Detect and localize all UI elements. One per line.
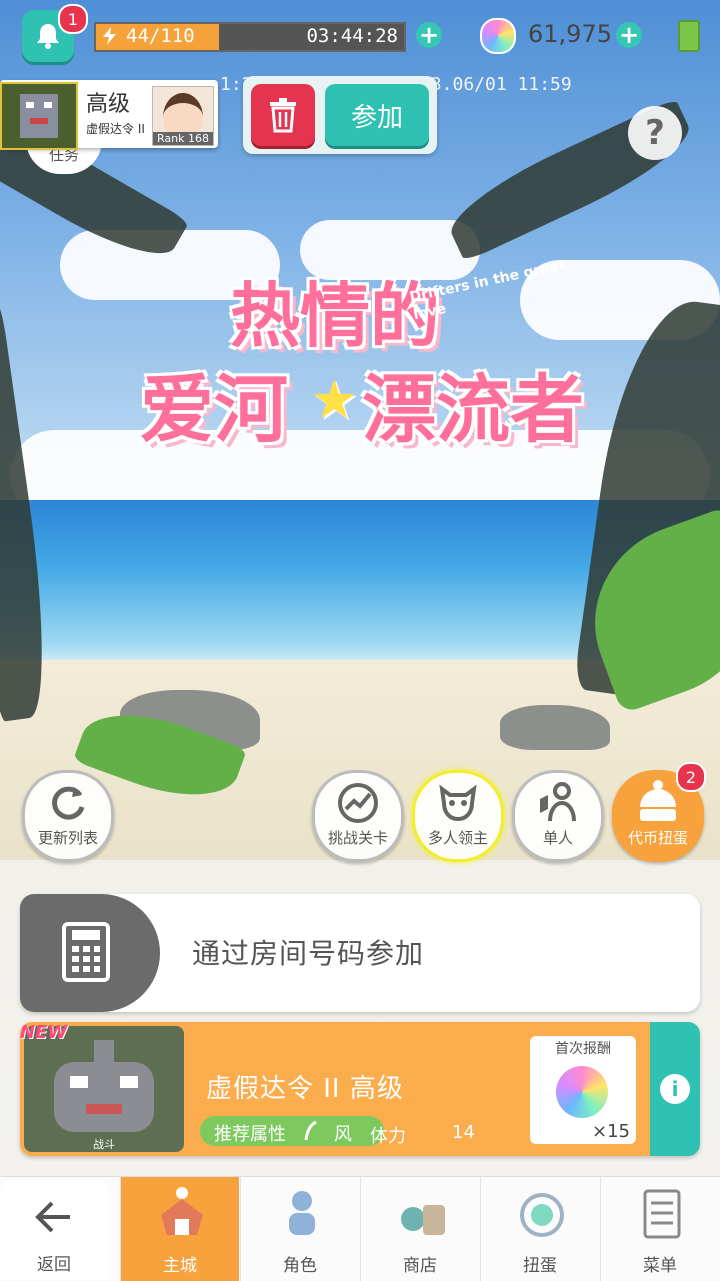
gem-count: 61,975 [528, 20, 612, 48]
join-button-label: 参加 [350, 102, 403, 133]
host-avatar: Rank 168 [152, 86, 214, 146]
boss-artwork-icon [54, 1040, 154, 1132]
nav-gacha-label: 扭蛋 [523, 1256, 557, 1276]
nav-home[interactable]: 主城 [120, 1177, 239, 1281]
battery-icon [678, 20, 700, 52]
character-icon [289, 1191, 315, 1235]
lightning-icon [103, 27, 116, 45]
refresh-list-button[interactable]: 更新列表 [22, 770, 114, 862]
stamina-value: 44/110 [126, 25, 195, 47]
token-gacha-badge: 2 [676, 762, 706, 792]
gacha-capsule-icon [640, 780, 676, 821]
new-tag: NEW [20, 1022, 68, 1043]
quest-boss-image: 战斗 [24, 1026, 184, 1152]
help-icon: ? [645, 113, 665, 153]
wind-icon [304, 1121, 317, 1141]
reward-label: 首次报酬 [555, 1041, 611, 1057]
nav-character-label: 角色 [283, 1256, 317, 1276]
star-icon: ★ [310, 368, 359, 431]
challenge-stage-button[interactable]: 挑战关卡 [312, 770, 404, 862]
stamina-cost: 14 [452, 1122, 475, 1143]
shop-bag-icon [401, 1205, 445, 1235]
info-icon: i [660, 1074, 690, 1104]
boss-thumbnail [0, 82, 78, 150]
stamina-cost-label: 体力 [370, 1126, 406, 1147]
challenge-icon [338, 783, 378, 823]
status-bar: 1 44/110 03:44:28 + 61,975 + [0, 0, 720, 70]
solo-label: 单人 [542, 829, 573, 847]
logo-line-2a: 爱河 [140, 367, 288, 453]
recommended-label: 推荐属性 [214, 1124, 286, 1145]
reward-count: ×15 [592, 1121, 630, 1142]
event-logo: 热情的 Drifters in the great love 爱河 ★ 漂流者 [130, 250, 600, 460]
boss-icon [439, 784, 477, 822]
difficulty-label: 高级 [86, 92, 131, 117]
refresh-label: 更新列表 [37, 829, 98, 847]
token-gacha-label: 代币扭蛋 [627, 829, 688, 847]
notification-badge: 1 [58, 4, 88, 34]
bottom-navigation: 主城 角色 商店 扭蛋 菜单 [0, 1176, 720, 1281]
stamina-timer: 03:44:28 [306, 25, 398, 47]
calculator-wrap [20, 894, 160, 1012]
menu-list-icon [643, 1189, 681, 1239]
add-stamina-button[interactable]: + [416, 22, 442, 48]
logo-line-2b: 漂流者 [362, 367, 584, 453]
multi-boss-label: 多人领主 [427, 829, 488, 847]
nav-menu[interactable]: 菜单 [600, 1177, 719, 1281]
delete-button[interactable] [251, 84, 315, 146]
trash-icon [270, 98, 296, 133]
gem-icon [480, 18, 516, 54]
stamina-bar: 44/110 03:44:28 [94, 22, 406, 52]
gacha-icon [520, 1193, 564, 1237]
solo-button[interactable]: 单人 [512, 770, 604, 862]
nav-shop-label: 商店 [403, 1256, 437, 1276]
calculator-icon [62, 922, 110, 982]
logo-line-1: 热情的 [230, 275, 440, 357]
nav-character[interactable]: 角色 [240, 1177, 359, 1281]
castle-icon [161, 1187, 203, 1235]
first-reward: 首次报酬 ×15 [530, 1036, 636, 1144]
host-rank: Rank 168 [153, 132, 213, 145]
nav-home-label: 主城 [163, 1256, 197, 1276]
multi-boss-button[interactable]: 多人领主 [412, 770, 504, 862]
quest-card[interactable]: 战斗 NEW 虚假达令 II 高级 推荐属性 风 体力 14 首次报酬 ×15 … [20, 1022, 700, 1156]
help-button[interactable]: ? [628, 106, 682, 160]
quest-image-caption: 战斗 [93, 1138, 115, 1151]
element-label: 风 [334, 1124, 352, 1145]
refresh-icon [52, 786, 85, 820]
back-arrow-icon [35, 1201, 70, 1233]
add-gems-button[interactable]: + [616, 22, 642, 48]
room-quest-name: 虚假达令 II [86, 122, 145, 136]
nav-shop[interactable]: 商店 [360, 1177, 479, 1281]
rock [500, 705, 610, 750]
boss-sprite-icon [20, 94, 58, 138]
quest-info-button[interactable]: i [650, 1022, 700, 1156]
room-card[interactable]: 高级 虚假达令 II Rank 168 [0, 80, 218, 150]
room-action-box: 参加 [243, 76, 437, 154]
room-code-label: 通过房间号码参加 [192, 937, 425, 970]
quest-title: 虚假达令 II 高级 [206, 1074, 404, 1104]
solo-icon [540, 782, 576, 822]
reward-gem-icon [556, 1066, 608, 1118]
nav-menu-label: 菜单 [643, 1256, 677, 1276]
join-by-room-code[interactable]: 通过房间号码参加 [20, 894, 700, 1012]
recommended-attribute: 推荐属性 风 [200, 1116, 384, 1146]
challenge-label: 挑战关卡 [327, 829, 388, 847]
nav-gacha[interactable]: 扭蛋 [480, 1177, 599, 1281]
join-button[interactable]: 参加 [325, 84, 429, 146]
room-timestamp: 23.06/01 11:59 [420, 74, 572, 95]
back-button[interactable]: 返回 [0, 1180, 108, 1280]
back-label: 返回 [37, 1255, 71, 1275]
